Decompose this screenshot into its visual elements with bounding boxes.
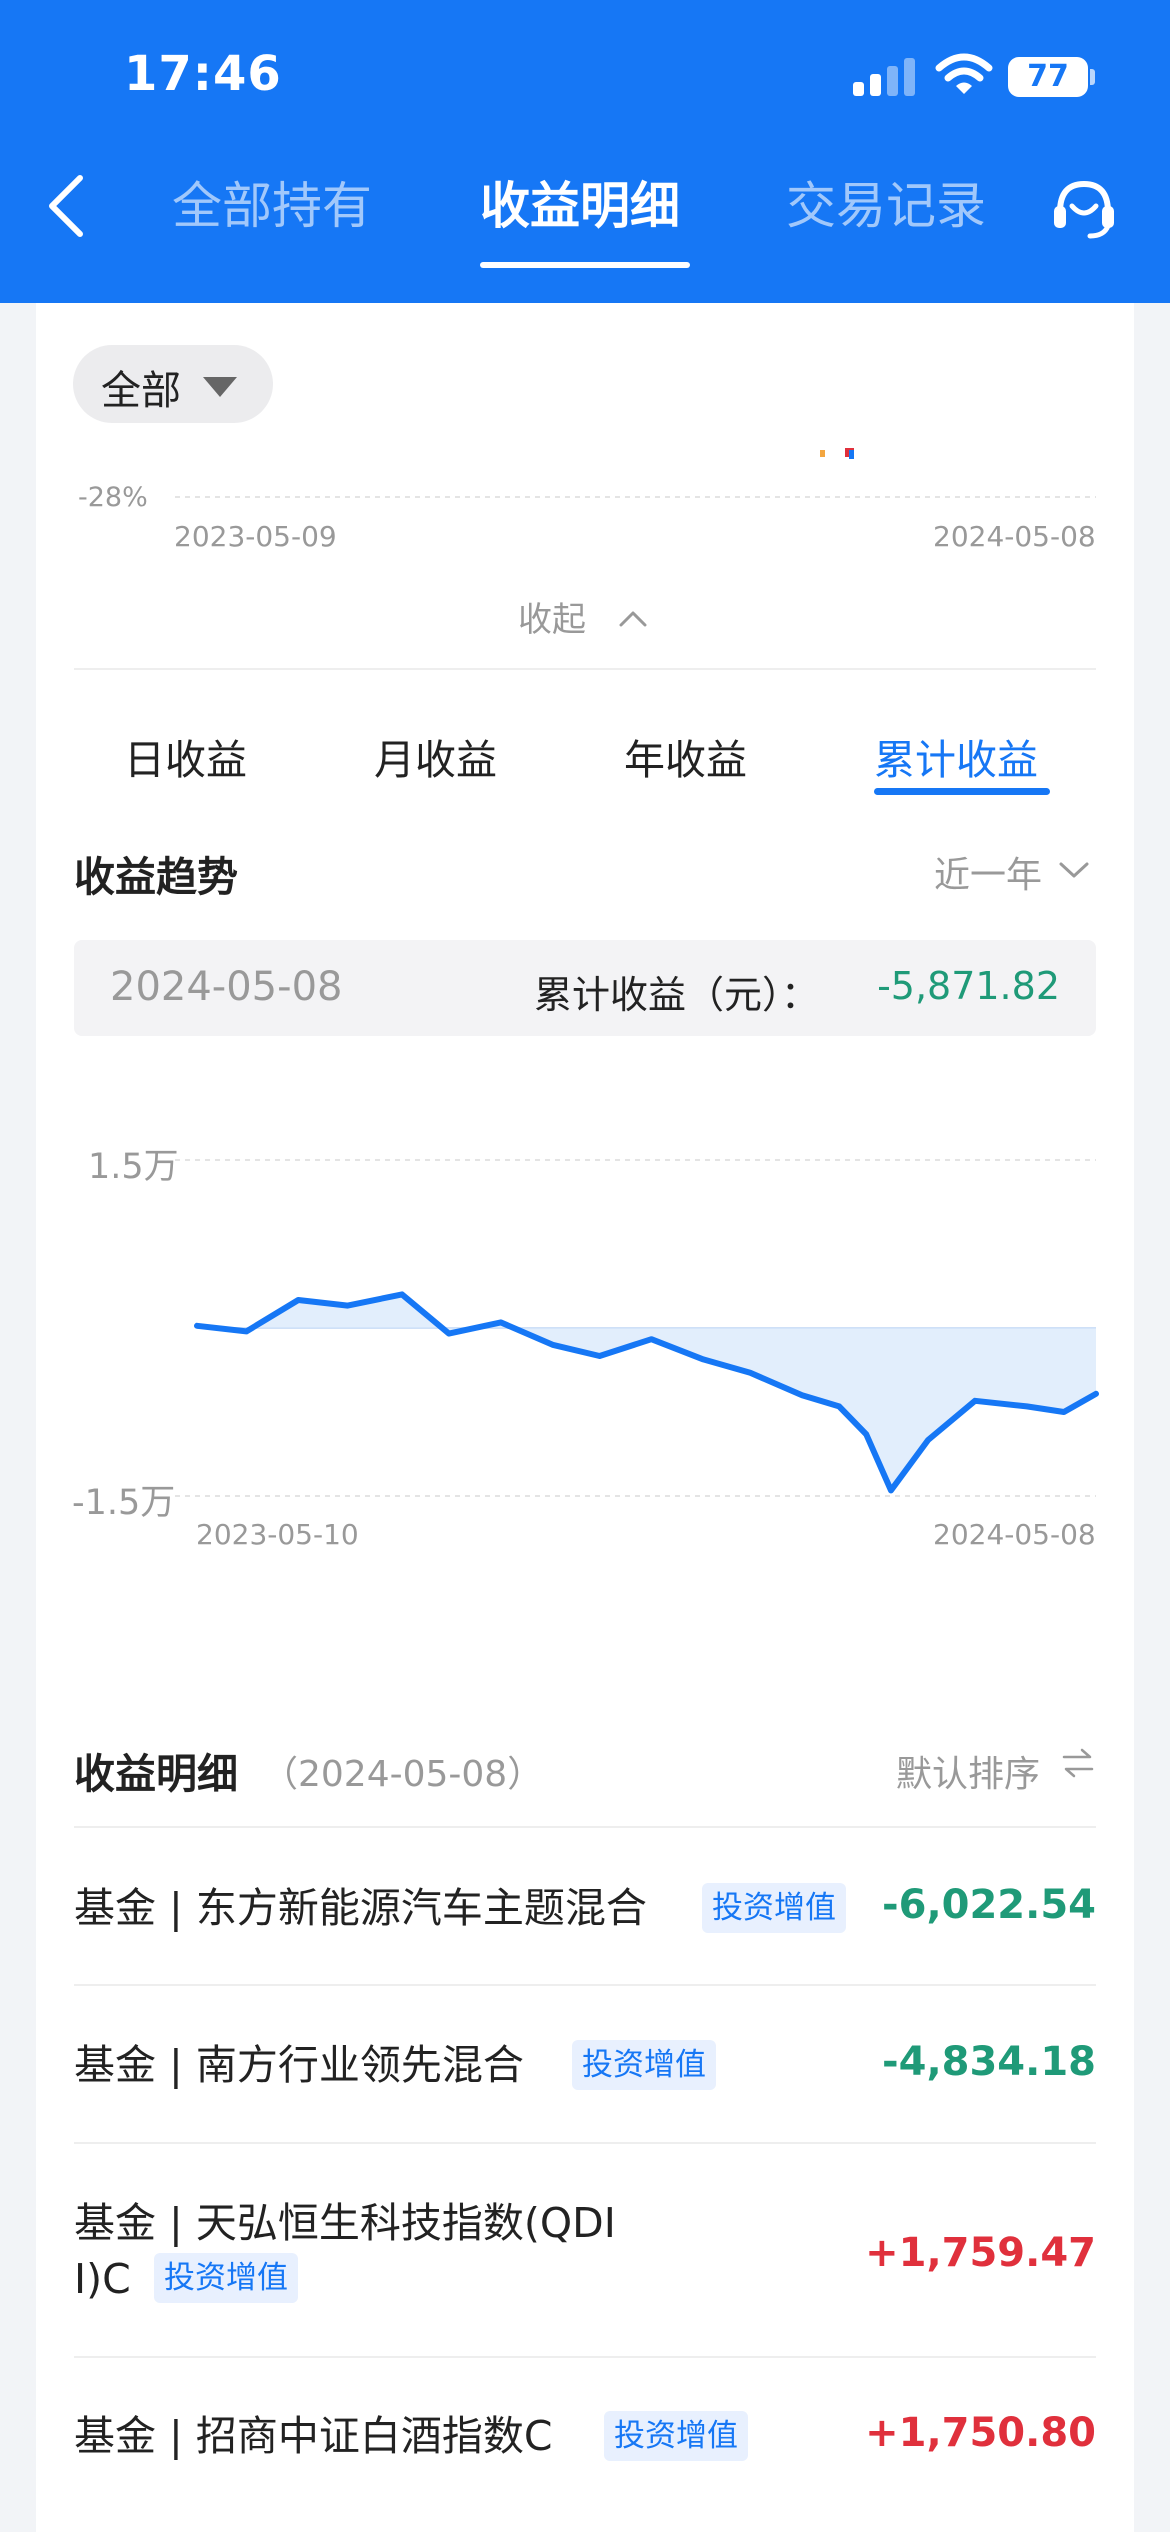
tag-investment-gain: 投资增值 <box>154 2253 298 2303</box>
row-divider <box>74 1984 1096 1986</box>
income-area <box>197 1294 1096 1491</box>
fund-amount: -4,834.18 <box>882 2039 1096 2085</box>
income-tab-indicator <box>874 788 1050 795</box>
top-chart-y-label: -28% <box>78 482 148 513</box>
chevron-up-icon[interactable] <box>618 608 648 628</box>
row-divider <box>74 2356 1096 2358</box>
fund-name-line1[interactable]: 基金 | 天弘恒生科技指数(QDI <box>74 2195 616 2251</box>
tag-investment-gain: 投资增值 <box>572 2040 716 2090</box>
tab-transactions[interactable]: 交易记录 <box>786 176 986 236</box>
battery-tip <box>1090 69 1095 85</box>
customer-service-icon[interactable] <box>1050 176 1118 242</box>
header: 17:46 77 全部持有 收益明细 交易记录 <box>0 0 1170 303</box>
fund-amount: +1,750.80 <box>865 2410 1096 2456</box>
detail-title: 收益明细 <box>74 1750 238 1798</box>
fund-name[interactable]: 基金 | 招商中证白酒指数C <box>74 2408 553 2464</box>
summary-date: 2024-05-08 <box>110 964 343 1010</box>
section-divider <box>74 668 1096 670</box>
top-chart-start-date: 2023-05-09 <box>174 520 337 553</box>
top-chart-mark <box>849 450 854 459</box>
row-divider <box>74 1826 1096 1828</box>
sort-button[interactable]: 默认排序 <box>896 1745 1040 1797</box>
back-icon[interactable] <box>44 172 92 240</box>
fund-name-line2[interactable]: I)C <box>74 2251 131 2307</box>
summary-value: -5,871.82 <box>877 964 1060 1008</box>
tab-daily-income[interactable]: 日收益 <box>124 726 247 786</box>
wifi-icon <box>935 53 993 94</box>
summary-label: 累计收益（元）： <box>534 973 820 1017</box>
range-selector[interactable]: 近一年 <box>934 846 1042 898</box>
battery-icon: 77 <box>1008 57 1088 97</box>
status-time: 17:46 <box>124 46 282 102</box>
caret-down-icon <box>203 377 237 397</box>
filter-dropdown[interactable]: 全部 <box>73 345 273 423</box>
fund-name[interactable]: 基金 | 东方新能源汽车主题混合 <box>74 1880 647 1936</box>
y-axis-top-label: 1.5万 <box>88 1147 179 1187</box>
y-axis-bottom-label: -1.5万 <box>72 1483 176 1523</box>
tag-investment-gain: 投资增值 <box>604 2411 748 2461</box>
top-chart-end-date: 2024-05-08 <box>933 520 1096 553</box>
top-chart-mark <box>820 450 825 457</box>
tab-monthly-income[interactable]: 月收益 <box>374 726 497 786</box>
tab-cumulative-income[interactable]: 累计收益 <box>874 726 1038 786</box>
fund-name[interactable]: 基金 | 南方行业领先混合 <box>74 2037 524 2093</box>
tab-income-detail[interactable]: 收益明细 <box>480 176 680 236</box>
filter-label: 全部 <box>101 368 181 414</box>
active-tab-indicator <box>480 262 690 268</box>
fund-amount: +1,759.47 <box>865 2230 1096 2276</box>
swap-icon[interactable] <box>1060 1746 1096 1780</box>
tab-yearly-income[interactable]: 年收益 <box>624 726 747 786</box>
fund-amount: -6,022.54 <box>882 1882 1096 1928</box>
tag-investment-gain: 投资增值 <box>702 1883 846 1933</box>
chevron-down-icon[interactable] <box>1058 860 1090 880</box>
x-axis-start-date: 2023-05-10 <box>196 1518 359 1551</box>
tab-all-holdings[interactable]: 全部持有 <box>172 176 372 236</box>
detail-date: （2024-05-08） <box>262 1754 544 1795</box>
cellular-signal-icon <box>853 58 917 96</box>
row-divider <box>74 2142 1096 2144</box>
summary-bar: 2024-05-08 累计收益（元）： -5,871.82 <box>74 940 1096 1036</box>
trend-title: 收益趋势 <box>74 853 238 901</box>
x-axis-end-date: 2024-05-08 <box>933 1518 1096 1551</box>
collapse-button[interactable]: 收起 <box>518 592 586 641</box>
